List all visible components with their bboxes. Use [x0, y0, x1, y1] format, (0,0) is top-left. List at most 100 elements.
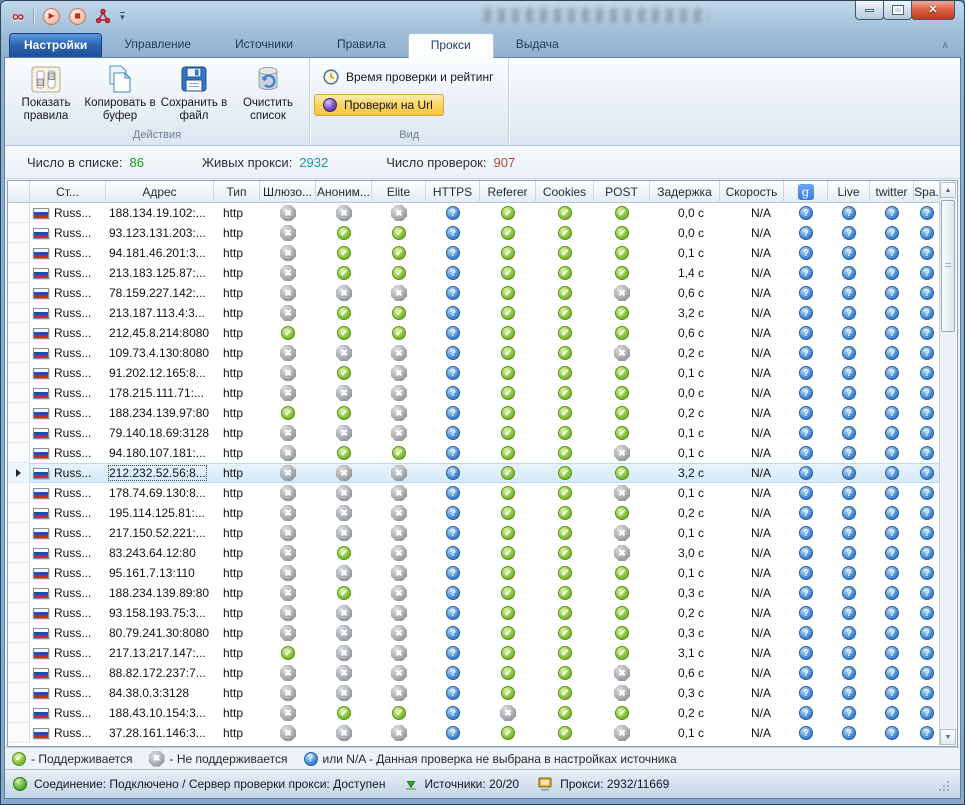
scroll-down-button[interactable]: ▼ — [940, 729, 956, 745]
row-indicator-cell — [8, 423, 30, 443]
collapse-ribbon-chevron-icon[interactable]: ∧ — [942, 41, 949, 51]
stop-check-button[interactable]: ◼ — [69, 8, 86, 25]
proxy-graph-icon[interactable] — [95, 8, 111, 24]
unknown-icon: ? — [799, 706, 813, 720]
unknown-icon: ? — [446, 286, 460, 300]
https-status-cell: ? — [426, 383, 480, 403]
proxy-row[interactable]: Russ...188.43.10.154:3...http✖✔✔?✖✔✔0,2 … — [8, 703, 940, 723]
proxy-row[interactable]: Russ...95.161.7.13:110http✖✖✖?✔✔✔0,1 cN/… — [8, 563, 940, 583]
tab-sources[interactable]: Источники — [213, 33, 315, 57]
speed-cell: N/A — [720, 603, 784, 623]
proxy-row[interactable]: Russ...80.79.241.30:8080http✖✖✖?✔✔✔0,3 c… — [8, 623, 940, 643]
column-header-gateway[interactable]: Шлюзо... — [260, 181, 316, 203]
anon-status-cell: ✖ — [316, 463, 372, 483]
vertical-scrollbar[interactable]: ▲ ▼ — [939, 182, 956, 745]
column-header-country[interactable]: Ст... — [30, 181, 106, 203]
proxy-row[interactable]: Russ...109.73.4.130:8080http✖✖✖?✔✔✖0,2 c… — [8, 343, 940, 363]
tab-management[interactable]: Управление — [102, 33, 213, 57]
proxy-row[interactable]: Russ...195.114.125.81:...http✖✖✖?✔✔✔0,2 … — [8, 503, 940, 523]
tab-settings[interactable]: Настройки — [9, 33, 102, 57]
proxy-row[interactable]: Russ...178.74.69.130:8...http✖✖✖?✔✔✖0,1 … — [8, 483, 940, 503]
column-header-https[interactable]: HTTPS — [426, 181, 480, 203]
row-indicator-cell — [8, 403, 30, 423]
https-status-cell: ? — [426, 443, 480, 463]
russia-flag-icon — [33, 728, 49, 739]
column-header-live[interactable]: Live — [828, 181, 870, 203]
proxy-row[interactable]: Russ...217.13.217.147:...http✔✖✖?✔✔✔3,1 … — [8, 643, 940, 663]
checks-on-url-button[interactable]: Проверки на Url — [314, 94, 444, 116]
check-time-rating-button[interactable]: Время проверки и рейтинг — [314, 65, 504, 89]
unsupported-icon: ✖ — [336, 565, 352, 581]
post-status-cell: ✔ — [594, 563, 650, 583]
supported-icon: ✔ — [337, 586, 351, 600]
column-header-speed[interactable]: Скорость — [720, 181, 784, 203]
maximize-button[interactable] — [883, 1, 912, 20]
unsupported-icon: ✖ — [614, 445, 630, 461]
column-header-post[interactable]: POST — [594, 181, 650, 203]
proxy-row[interactable]: Russ...37.28.161.146:3...http✖✖✖?✔✔✖0,1 … — [8, 723, 940, 743]
google-status-cell: ? — [784, 683, 828, 703]
unknown-icon: ? — [799, 586, 813, 600]
proxy-row[interactable]: Russ...79.140.18.69:3128http✖✖✖?✔✔✔0,1 c… — [8, 423, 940, 443]
elite-status-cell: ✔ — [372, 443, 426, 463]
live-status-cell: ? — [828, 203, 870, 223]
proxy-row[interactable]: Russ...212.45.8.214:8080http✔✔✔?✔✔✔0,6 c… — [8, 323, 940, 343]
proxy-address: 94.181.46.201:3... — [109, 246, 206, 260]
show-rules-button[interactable]: Показать правила — [9, 61, 83, 123]
proxy-row[interactable]: Russ...217.150.52.221:...http✖✖✖?✔✔✖0,1 … — [8, 523, 940, 543]
column-header-address[interactable]: Адрес — [106, 181, 214, 203]
elite-status-cell: ✖ — [372, 663, 426, 683]
proxy-row[interactable]: Russ...84.38.0.3:3128http✖✖✖?✔✔✖0,3 cN/A… — [8, 683, 940, 703]
copy-to-clipboard-button[interactable]: Копировать в буфер — [83, 61, 157, 123]
column-header-cookies[interactable]: Cookies — [536, 181, 594, 203]
referer-status-cell: ✔ — [480, 443, 536, 463]
proxy-row[interactable]: Russ...213.187.113.4:3...http✖✔✔?✔✔✔3,2 … — [8, 303, 940, 323]
quick-access-dropdown-icon[interactable]: ▾ — [120, 12, 125, 21]
unknown-icon: ? — [885, 266, 899, 280]
proxy-row[interactable]: Russ...212.232.52.56:8...http✖✖✖?✔✔✔3,2 … — [8, 463, 940, 483]
tab-output[interactable]: Выдача — [494, 33, 581, 57]
scrollbar-track[interactable] — [940, 198, 956, 729]
minimize-button[interactable] — [855, 1, 884, 20]
supported-icon: ✔ — [501, 666, 515, 680]
gateway-status-cell: ✖ — [260, 223, 316, 243]
proxy-row[interactable]: Russ...83.243.64.12:80http✖✔✖?✔✔✖3,0 cN/… — [8, 543, 940, 563]
column-header-spam[interactable]: Spa. — [914, 181, 940, 203]
proxy-row[interactable]: Russ...94.181.46.201:3...http✖✔✔?✔✔✔0,1 … — [8, 243, 940, 263]
resize-grip[interactable] — [938, 780, 952, 798]
column-header-indicator[interactable] — [8, 181, 30, 203]
column-header-type[interactable]: Тип — [214, 181, 260, 203]
row-indicator-cell — [8, 283, 30, 303]
save-to-file-button[interactable]: Сохранить в файл — [157, 61, 231, 123]
unknown-icon: ? — [885, 606, 899, 620]
unsupported-icon: ✖ — [280, 725, 296, 741]
proxy-row[interactable]: Russ...94.180.107.181:...http✖✔✔?✔✔✖0,1 … — [8, 443, 940, 463]
column-header-google[interactable]: g — [784, 181, 828, 203]
column-header-delay[interactable]: Задержка — [650, 181, 720, 203]
close-button[interactable]: ✕ — [911, 1, 955, 20]
proxy-row[interactable]: Russ...188.134.19.102:...http✖✖✖?✔✔✔0,0 … — [8, 203, 940, 223]
google-status-cell: ? — [784, 623, 828, 643]
proxy-row[interactable]: Russ...213.183.125.87:...http✖✔✔?✔✔✔1,4 … — [8, 263, 940, 283]
column-header-referer[interactable]: Referer — [480, 181, 536, 203]
unsupported-icon: ✖ — [614, 345, 630, 361]
proxy-row[interactable]: Russ...88.82.172.237:7...http✖✖✖?✔✔✖0,6 … — [8, 663, 940, 683]
tab-proxy[interactable]: Прокси — [408, 33, 494, 58]
scrollbar-thumb[interactable] — [941, 200, 955, 332]
start-check-button[interactable]: ▶ — [43, 8, 60, 25]
column-header-elite[interactable]: Elite — [372, 181, 426, 203]
column-header-anon[interactable]: Аноним... — [316, 181, 372, 203]
proxy-row[interactable]: Russ...93.123.131.203:...http✖✔✔?✔✔✔0,0 … — [8, 223, 940, 243]
proxy-row[interactable]: Russ...93.158.193.75:3...http✖✖✖?✔✔✔0,2 … — [8, 603, 940, 623]
proxy-row[interactable]: Russ...91.202.12.165:8...http✖✔✖?✔✔✔0,1 … — [8, 363, 940, 383]
proxy-row[interactable]: Russ...178.215.111.71:...http✖✖✖?✔✔✔0,0 … — [8, 383, 940, 403]
post-status-cell: ✔ — [594, 583, 650, 603]
tab-rules[interactable]: Правила — [315, 33, 408, 57]
column-header-twitter[interactable]: twitter — [870, 181, 914, 203]
proxy-row[interactable]: Russ...78.159.227.142:...http✖✖✖?✔✔✖0,6 … — [8, 283, 940, 303]
country-cell: Russ... — [30, 383, 106, 403]
proxy-row[interactable]: Russ...188.234.139.89:80http✖✔✖?✔✔✔0,3 c… — [8, 583, 940, 603]
clear-list-button[interactable]: Очистить список — [231, 61, 305, 123]
scroll-up-button[interactable]: ▲ — [940, 182, 956, 198]
proxy-row[interactable]: Russ...188.234.139.97:80http✔✔✖?✔✔✔0,2 c… — [8, 403, 940, 423]
